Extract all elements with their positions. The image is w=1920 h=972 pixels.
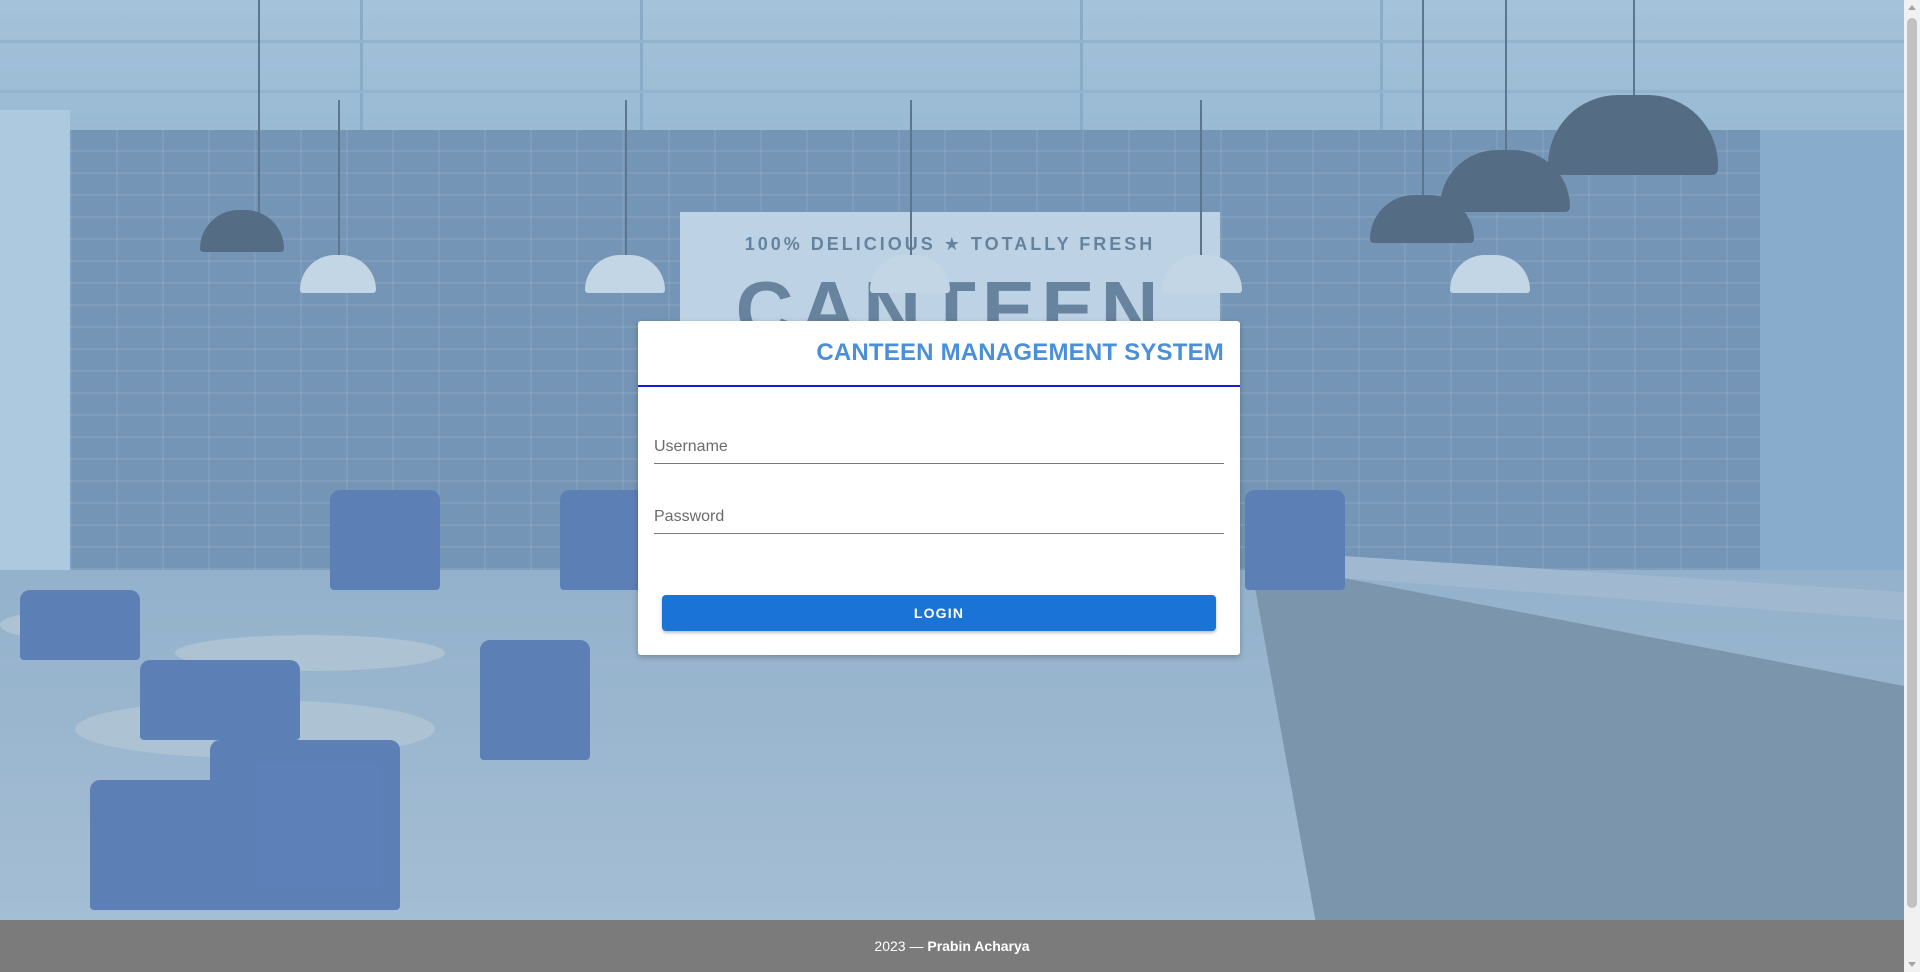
scrollbar-thumb[interactable]: [1907, 18, 1917, 908]
password-input[interactable]: [654, 503, 1224, 531]
footer-year: 2023 —: [874, 938, 924, 954]
login-card: CANTEEN MANAGEMENT SYSTEM LOGIN: [638, 321, 1240, 655]
footer: 2023 — Prabin Acharya: [0, 920, 1904, 972]
login-button[interactable]: LOGIN: [662, 595, 1216, 631]
login-page: 100% DELICIOUS ★ TOTALLY FRESH CANTEEN C…: [0, 0, 1920, 972]
footer-author: Prabin Acharya: [927, 938, 1030, 954]
scroll-up-icon[interactable]: [1908, 5, 1916, 10]
scroll-down-icon[interactable]: [1908, 962, 1916, 967]
vertical-scrollbar[interactable]: [1904, 0, 1920, 972]
password-field[interactable]: [654, 503, 1224, 534]
page-title: CANTEEN MANAGEMENT SYSTEM: [816, 339, 1224, 366]
username-input[interactable]: [654, 433, 1224, 461]
card-header: CANTEEN MANAGEMENT SYSTEM: [638, 321, 1240, 387]
username-field[interactable]: [654, 433, 1224, 464]
